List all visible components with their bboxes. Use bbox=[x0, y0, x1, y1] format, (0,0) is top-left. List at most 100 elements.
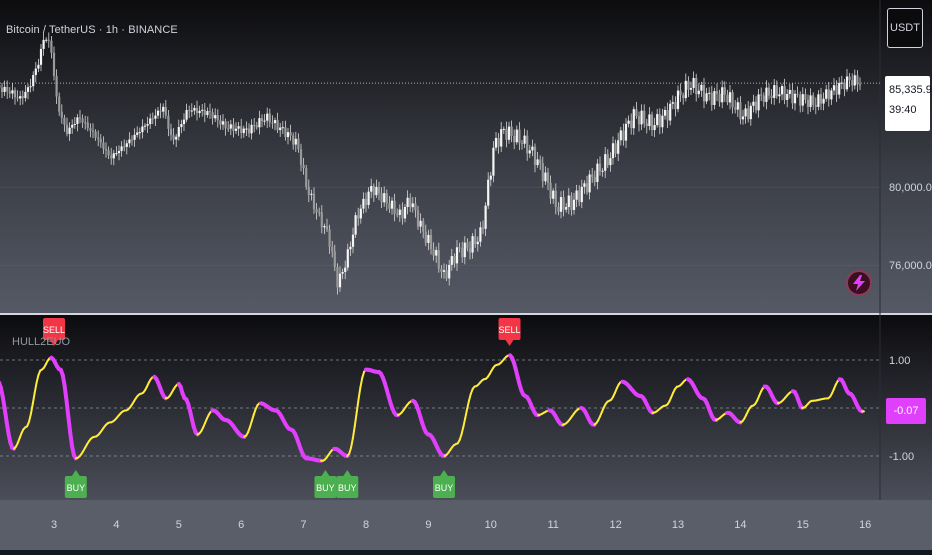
candle-body bbox=[199, 111, 201, 113]
candle-body bbox=[799, 95, 801, 106]
candle-body bbox=[240, 126, 242, 133]
indicator-name[interactable]: HULL2EUO bbox=[12, 336, 70, 348]
candle-body bbox=[209, 111, 211, 112]
chart-canvas[interactable]: SELLSELLBUYBUYBUYBUYSELL 80,000.0076,000… bbox=[0, 0, 932, 550]
candle-body bbox=[648, 114, 650, 126]
candle-body bbox=[334, 251, 336, 267]
candle-body bbox=[596, 164, 598, 182]
candle-body bbox=[381, 193, 383, 202]
candle-body bbox=[274, 120, 276, 123]
buy-label: BUY bbox=[435, 483, 454, 493]
candle-body bbox=[477, 242, 479, 244]
candle-body bbox=[201, 110, 203, 111]
time-tick-label: 16 bbox=[859, 519, 871, 531]
currency-button[interactable]: USDT bbox=[887, 8, 923, 48]
candle-body bbox=[438, 250, 440, 269]
candle-body bbox=[651, 114, 653, 130]
candle-body bbox=[565, 207, 567, 210]
candle-body bbox=[851, 80, 853, 85]
candle-body bbox=[9, 91, 11, 93]
candle-body bbox=[50, 41, 52, 53]
candle-body bbox=[622, 130, 624, 140]
candle-body bbox=[347, 249, 349, 267]
candle-body bbox=[646, 123, 648, 126]
candle-body bbox=[180, 124, 182, 127]
candle-body bbox=[227, 128, 229, 129]
time-tick-label: 4 bbox=[113, 519, 119, 531]
candle-body bbox=[576, 190, 578, 199]
candle-body bbox=[830, 90, 832, 99]
time-tick-label: 9 bbox=[425, 519, 431, 531]
candle-body bbox=[812, 95, 814, 105]
candle-body bbox=[342, 272, 344, 274]
candle-body bbox=[76, 117, 78, 124]
candle-body bbox=[656, 114, 658, 125]
candle-body bbox=[121, 146, 123, 151]
candle-body bbox=[6, 87, 8, 92]
candle-body bbox=[157, 111, 159, 116]
candle-body bbox=[591, 174, 593, 176]
candle-body bbox=[669, 104, 671, 121]
candle-body bbox=[297, 139, 299, 149]
candle-body bbox=[768, 88, 770, 96]
candle-body bbox=[401, 210, 403, 219]
time-tick-label: 3 bbox=[51, 519, 57, 531]
candle-body bbox=[45, 40, 47, 41]
candle-body bbox=[664, 110, 666, 116]
candle-body bbox=[776, 85, 778, 96]
time-tick-label: 13 bbox=[672, 519, 684, 531]
candle-body bbox=[178, 127, 180, 137]
symbol-title[interactable]: Bitcoin / TetherUS · 1h · BINANCE bbox=[6, 24, 178, 36]
time-tick-label: 6 bbox=[238, 519, 244, 531]
osc-tick-label: 1.00 bbox=[889, 355, 910, 367]
candle-body bbox=[846, 76, 848, 89]
candle-body bbox=[446, 270, 448, 278]
candle-body bbox=[526, 136, 528, 154]
candle-body bbox=[11, 90, 13, 93]
candle-body bbox=[693, 78, 695, 88]
candle-body bbox=[74, 124, 76, 125]
candle-body bbox=[687, 81, 689, 90]
candle-body bbox=[542, 163, 544, 181]
candle-body bbox=[136, 133, 138, 135]
candle-body bbox=[256, 125, 258, 127]
lightning-icon[interactable] bbox=[846, 270, 872, 296]
chart-root: SELLSELLBUYBUYBUYBUYSELL 80,000.0076,000… bbox=[0, 0, 932, 550]
candle-body bbox=[245, 129, 247, 130]
candle-body bbox=[487, 180, 489, 206]
candle-body bbox=[612, 143, 614, 158]
candle-body bbox=[859, 84, 861, 85]
candle-body bbox=[755, 102, 757, 111]
candle-body bbox=[58, 97, 60, 112]
candle-body bbox=[355, 215, 357, 234]
buy-label: BUY bbox=[316, 483, 335, 493]
candle-body bbox=[555, 191, 557, 207]
candle-body bbox=[685, 81, 687, 98]
candle-body bbox=[560, 197, 562, 212]
candle-body bbox=[620, 130, 622, 140]
buy-label: BUY bbox=[338, 483, 357, 493]
candle-body bbox=[503, 129, 505, 130]
candle-body bbox=[443, 270, 445, 272]
candle-body bbox=[305, 168, 307, 187]
candle-body bbox=[414, 203, 416, 210]
candle-body bbox=[308, 187, 310, 195]
candle-body bbox=[490, 176, 492, 180]
candle-body bbox=[329, 230, 331, 247]
candle-body bbox=[573, 200, 575, 210]
candle-body bbox=[474, 236, 476, 244]
candle-body bbox=[352, 235, 354, 247]
candle-body bbox=[784, 86, 786, 100]
candle-body bbox=[97, 138, 99, 139]
time-tick-label: 5 bbox=[176, 519, 182, 531]
candle-body bbox=[513, 136, 515, 142]
candle-body bbox=[134, 135, 136, 140]
candle-body bbox=[214, 115, 216, 118]
candle-body bbox=[464, 243, 466, 257]
candle-body bbox=[435, 250, 437, 256]
candle-body bbox=[22, 96, 24, 98]
candle-body bbox=[365, 199, 367, 205]
candle-body bbox=[849, 76, 851, 80]
candle-body bbox=[149, 118, 151, 124]
candle-body bbox=[802, 94, 804, 105]
